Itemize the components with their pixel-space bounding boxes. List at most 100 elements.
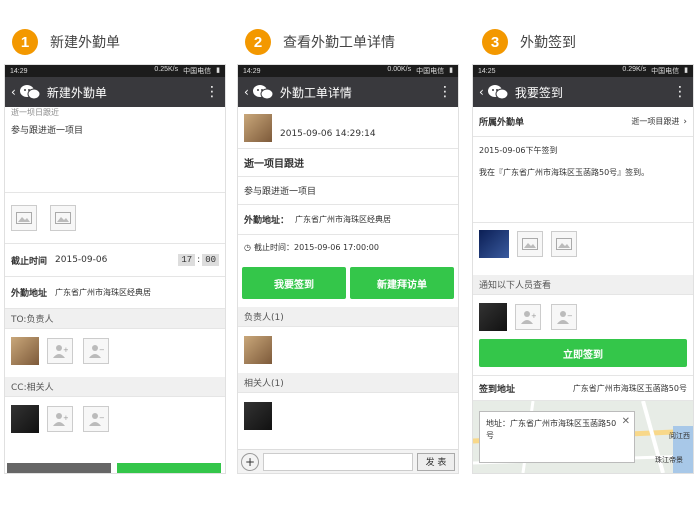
chevron-right-icon: › (683, 116, 687, 127)
step-number: 1 (12, 29, 38, 55)
app-bar: ‹ 我要签到 ⋮ (473, 77, 693, 107)
cancel-button-partial[interactable] (7, 463, 111, 473)
checkin-btn-wrap: 立即签到 (473, 339, 693, 375)
back-icon[interactable]: ‹ (11, 85, 16, 99)
address-row: 外勤地址： 广东省广州市海珠区经典居 (238, 205, 458, 235)
to-header: TO:负责人 (5, 309, 225, 329)
svg-text:+: + (63, 414, 68, 422)
plus-icon[interactable]: + (241, 452, 259, 471)
owner-header: 负责人(1) (238, 307, 458, 327)
status-time: 14:25 (478, 67, 496, 75)
map-label: 阅江西 (669, 432, 690, 440)
checkin-time: 2015-09-06下午签到 (479, 146, 558, 155)
new-visit-button[interactable]: 新建拜访单 (350, 267, 454, 299)
map-label: 珠江帝景 (655, 456, 683, 464)
svg-text:+: + (63, 346, 68, 354)
step-2-header: 2 查看外勤工单详情 (245, 28, 395, 56)
avatar[interactable] (244, 336, 272, 364)
to-people: + − (5, 329, 225, 373)
step-title: 外勤签到 (520, 35, 576, 51)
add-image-icon[interactable] (517, 231, 543, 257)
comment-input[interactable] (263, 452, 413, 471)
add-person-icon[interactable]: + (47, 406, 73, 432)
carrier: 中国电信 (183, 68, 212, 75)
image-attachments (5, 193, 225, 243)
post-time: 2015-09-06 14:29:14 (280, 128, 376, 139)
close-icon[interactable]: ✕ (622, 414, 630, 429)
submit-button-partial[interactable] (117, 463, 221, 473)
add-person-icon[interactable]: + (515, 304, 541, 330)
checkin-now-button[interactable]: 立即签到 (479, 339, 687, 367)
step-3-header: 3 外勤签到 (482, 28, 576, 56)
status-bar: 14:29 0.00K/s 中国电信 ▮ (238, 65, 458, 77)
addr-label: 签到地址 (479, 384, 516, 395)
more-menu-icon[interactable]: ⋮ (205, 85, 219, 99)
deadline-date: 2015-09-06 (55, 255, 108, 265)
phone-order-detail: 14:29 0.00K/s 中国电信 ▮ ‹ 外勤工单详情 ⋮ 2015-09-… (237, 64, 459, 474)
order-row[interactable]: 所属外勤单 逝一项目跟进 › (473, 107, 693, 137)
back-icon[interactable]: ‹ (479, 85, 484, 99)
send-button[interactable]: 发 表 (417, 452, 455, 471)
checkin-content[interactable]: 2015-09-06下午签到 我在『广东省广州市海珠区玉菡路50号』签到。 (473, 137, 693, 223)
app-bar: ‹ 新建外勤单 ⋮ (5, 77, 225, 107)
photo-row (473, 223, 693, 265)
battery-icon: ▮ (449, 67, 453, 74)
cc-people: + − (5, 397, 225, 441)
popup-address: 地址：广东省广州市海珠区玉菡路50号 (486, 419, 617, 440)
description-text: 参与跟进逝一项目 (11, 126, 84, 136)
deadline-label: 截止时间 (11, 256, 48, 267)
more-menu-icon[interactable]: ⋮ (438, 85, 452, 99)
wechat-icon (19, 84, 41, 100)
deadline-minute[interactable]: 00 (202, 254, 219, 266)
map-view[interactable]: 阅江西 珠江帝景 地址：广东省广州市海珠区玉菡路50号 ✕ (473, 401, 693, 473)
address-label: 外勤地址： (244, 216, 290, 226)
related-header: 相关人(1) (238, 373, 458, 393)
deadline-text: 截止时间：2015-09-06 17:00:00 (253, 242, 379, 252)
map-popup: 地址：广东省广州市海珠区玉菡路50号 ✕ (479, 411, 635, 463)
avatar[interactable] (479, 303, 507, 331)
net-speed: 0.29K/s (622, 66, 647, 73)
svg-text:−: − (99, 346, 104, 354)
remove-person-icon[interactable]: − (83, 338, 109, 364)
addr-value: 广东省广州市海珠区玉菡路50号 (572, 383, 687, 393)
battery-icon: ▮ (684, 67, 688, 74)
owner-list (238, 327, 458, 373)
app-title: 外勤工单详情 (279, 85, 352, 100)
action-buttons: 我要签到 新建拜访单 (238, 259, 458, 307)
remove-person-icon[interactable]: − (83, 406, 109, 432)
poster-row: 2015-09-06 14:29:14 (238, 107, 458, 149)
add-person-icon[interactable]: + (47, 338, 73, 364)
phone-checkin: 14:25 0.29K/s 中国电信 ▮ ‹ 我要签到 ⋮ 所属外勤单 逝一项目… (472, 64, 694, 474)
add-image-icon[interactable] (50, 205, 77, 231)
more-menu-icon[interactable]: ⋮ (673, 85, 687, 99)
project-desc: 参与跟进逝一项目 (238, 177, 458, 205)
avatar[interactable] (244, 113, 272, 142)
add-image-icon[interactable] (551, 231, 577, 257)
deadline-row[interactable]: 截止时间 2015-09-06 17 : 00 (5, 243, 225, 277)
address-row[interactable]: 外勤地址 广东省广州市海珠区经典居 (5, 277, 225, 309)
clock-icon: ◷ (244, 242, 251, 252)
phone-new-order: 14:29 0.25K/s 中国电信 ▮ ‹ 新建外勤单 ⋮ 逝一坝日跟近 参与… (4, 64, 226, 474)
order-value: 逝一项目跟进 (631, 117, 680, 126)
avatar[interactable] (11, 337, 39, 365)
step-number: 3 (482, 29, 508, 55)
deadline-hour[interactable]: 17 (178, 254, 196, 266)
description-textarea[interactable]: 参与跟进逝一项目 (5, 117, 225, 193)
back-icon[interactable]: ‹ (244, 85, 249, 99)
cutoff-text: 逝一坝日跟近 (11, 108, 59, 117)
checkin-address-row: 签到地址 广东省广州市海珠区玉菡路50号 (473, 375, 693, 401)
app-bar: ‹ 外勤工单详情 ⋮ (238, 77, 458, 107)
checkin-button[interactable]: 我要签到 (242, 267, 346, 299)
address-label: 外勤地址 (11, 289, 48, 299)
status-time: 14:29 (10, 67, 28, 75)
add-image-icon[interactable] (11, 205, 37, 231)
remove-person-icon[interactable]: − (551, 304, 577, 330)
checkin-text: 我在『广东省广州市海珠区玉菡路50号』签到。 (479, 168, 650, 177)
photo-thumbnail[interactable] (479, 230, 509, 258)
carrier: 中国电信 (416, 68, 445, 75)
svg-text:+: + (531, 312, 536, 320)
wechat-icon (487, 84, 509, 100)
avatar[interactable] (11, 405, 39, 433)
wechat-icon (252, 84, 274, 100)
avatar[interactable] (244, 402, 272, 430)
